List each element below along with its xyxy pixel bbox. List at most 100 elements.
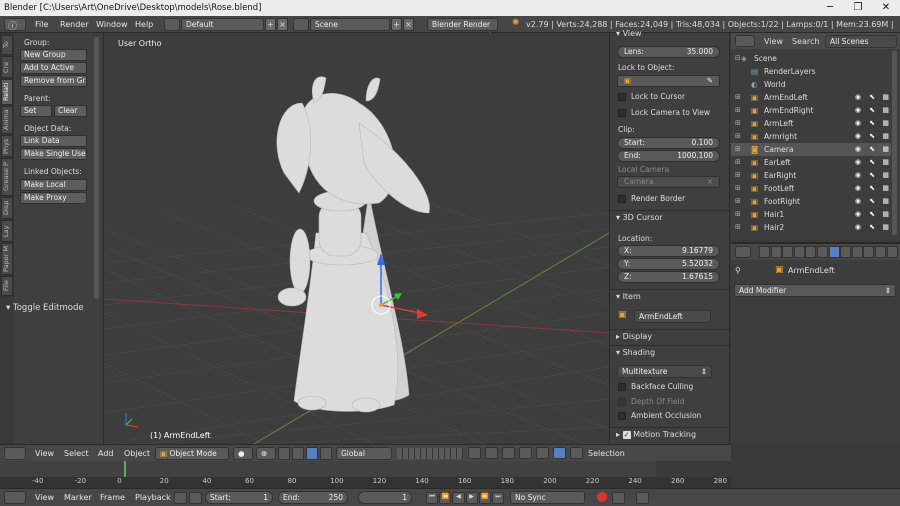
- visibility-eye-icon[interactable]: ◉: [855, 221, 861, 234]
- visibility-eye-icon[interactable]: ◉: [855, 104, 861, 117]
- render-camera-icon[interactable]: ▦: [882, 169, 889, 182]
- selectable-arrow-icon[interactable]: ⬉: [869, 195, 875, 208]
- editor-type-button[interactable]: ⓘ: [4, 18, 26, 32]
- toggle-editmode-panel[interactable]: ▾ Toggle Editmode: [6, 303, 84, 313]
- toolshelf-scrollbar[interactable]: [94, 37, 99, 299]
- selectable-arrow-icon[interactable]: ⬉: [869, 221, 875, 234]
- shading-mode-dropdown[interactable]: Multitexture ⇕: [617, 365, 712, 378]
- outliner-row[interactable]: ▤ RenderLayers: [731, 65, 891, 78]
- outliner-row[interactable]: ⊞ ▣ Armright ◉ ⬉ ▦: [731, 130, 891, 143]
- jump-start-icon[interactable]: ⏮: [426, 492, 439, 504]
- display-panel-header[interactable]: ▸ Display: [610, 329, 729, 343]
- outliner-filter-dropdown[interactable]: All Scenes: [825, 35, 897, 48]
- tab-animation[interactable]: Anima: [1, 106, 13, 134]
- interaction-mode-dropdown[interactable]: ▣ Object Mode: [155, 447, 229, 460]
- lock-camera-to-view-checkbox[interactable]: [618, 109, 626, 117]
- motion-tracking-checkbox[interactable]: ✓: [622, 431, 631, 439]
- eyedropper-icon[interactable]: ✎: [707, 76, 713, 86]
- tab-modifiers-icon[interactable]: [828, 246, 840, 258]
- tab-grease-pencil[interactable]: Grease P: [1, 158, 13, 196]
- clip-end-field[interactable]: End: 1000.100: [617, 150, 720, 162]
- outliner-row[interactable]: ⊟ ◈ Scene: [731, 52, 891, 65]
- outliner-row[interactable]: ⊞ ▣ EarLeft ◉ ⬉ ▦: [731, 156, 891, 169]
- layer-buttons[interactable]: [397, 448, 463, 459]
- parent-clear-button[interactable]: Clear: [54, 105, 87, 117]
- expand-toggle-icon[interactable]: ⊞: [735, 195, 741, 208]
- make-single-user-button[interactable]: Make Single User: [20, 148, 87, 160]
- tab-paper-model[interactable]: Paper M: [1, 243, 13, 275]
- pivot-point-dropdown[interactable]: ⊕: [256, 447, 276, 460]
- selectable-arrow-icon[interactable]: ⬉: [869, 130, 875, 143]
- snap-icon[interactable]: [502, 447, 515, 459]
- play-icon[interactable]: ▶: [465, 492, 478, 504]
- expand-toggle-icon[interactable]: ⊞: [735, 221, 741, 234]
- remove-from-group-button[interactable]: Remove from Gr...: [20, 75, 87, 87]
- render-camera-icon[interactable]: ▦: [882, 143, 889, 156]
- motion-tracking-panel-header[interactable]: ▸ ✓ Motion Tracking: [610, 427, 729, 441]
- menu-help[interactable]: Help: [135, 16, 153, 33]
- clip-start-field[interactable]: Start: 0.100: [617, 137, 720, 149]
- maximize-button[interactable]: ❐: [844, 0, 872, 16]
- screen-layout-field[interactable]: Default: [181, 18, 264, 31]
- render-camera-icon[interactable]: ▦: [882, 156, 889, 169]
- visibility-eye-icon[interactable]: ◉: [855, 143, 861, 156]
- view-panel-header[interactable]: ▾ View: [610, 27, 729, 41]
- sync-mode-dropdown[interactable]: No Sync: [510, 491, 585, 504]
- animation-render-icon[interactable]: [553, 447, 566, 459]
- timeline-playback-menu[interactable]: Playback: [135, 489, 171, 506]
- outliner-row[interactable]: ⊞ ▣ FootLeft ◉ ⬉ ▦: [731, 182, 891, 195]
- selectable-arrow-icon[interactable]: ⬉: [869, 208, 875, 221]
- scale-manipulator[interactable]: [320, 447, 332, 460]
- start-frame-field[interactable]: Start: 1: [205, 491, 273, 504]
- transform-orientation-dropdown[interactable]: Global: [336, 447, 392, 460]
- tab-relations[interactable]: Relati: [1, 79, 13, 105]
- tab-display[interactable]: Disp: [1, 197, 13, 219]
- add-modifier-dropdown[interactable]: Add Modifier ⇕: [734, 284, 896, 297]
- viewport-shading-dropdown[interactable]: ●: [233, 447, 253, 460]
- expand-toggle-icon[interactable]: ⊞: [735, 208, 741, 221]
- menu-window[interactable]: Window: [96, 16, 128, 33]
- tab-object-icon[interactable]: [805, 246, 817, 258]
- outliner-row[interactable]: ⊞ ▣ FootRight ◉ ⬉ ▦: [731, 195, 891, 208]
- visibility-eye-icon[interactable]: ◉: [855, 117, 861, 130]
- timeline-marker-menu[interactable]: Marker: [64, 489, 92, 506]
- lock-range-icon[interactable]: [189, 492, 202, 504]
- selectable-arrow-icon[interactable]: ⬉: [869, 91, 875, 104]
- jump-end-icon[interactable]: ⏭: [491, 492, 505, 504]
- timeline-track[interactable]: [0, 461, 656, 477]
- selectable-arrow-icon[interactable]: ⬉: [869, 104, 875, 117]
- item-panel-header[interactable]: ▾ Item: [610, 289, 729, 303]
- selectable-arrow-icon[interactable]: ⬉: [869, 182, 875, 195]
- render-camera-icon[interactable]: ▦: [882, 104, 889, 117]
- 3d-cursor-panel-header[interactable]: ▾ 3D Cursor: [610, 210, 729, 224]
- tab-data-icon[interactable]: [840, 246, 852, 258]
- visibility-eye-icon[interactable]: ◉: [855, 91, 861, 104]
- lock-object-field[interactable]: ▣ ✎: [617, 75, 720, 87]
- expand-toggle-icon[interactable]: ⊞: [735, 130, 741, 143]
- selectable-arrow-icon[interactable]: ⬉: [869, 169, 875, 182]
- rotate-manipulator[interactable]: [306, 447, 318, 460]
- selection-menu[interactable]: Selection: [588, 445, 625, 462]
- parent-set-button[interactable]: Set: [20, 105, 52, 117]
- outliner-row[interactable]: ⊞ ▣ ArmEndLeft ◉ ⬉ ▦: [731, 91, 891, 104]
- layers-lock-icon[interactable]: [468, 447, 481, 459]
- tab-create[interactable]: Cre: [1, 56, 13, 78]
- timeline-frame-menu[interactable]: Frame: [100, 489, 125, 506]
- tab-scene-icon[interactable]: [782, 246, 794, 258]
- selectable-arrow-icon[interactable]: ⬉: [869, 156, 875, 169]
- outliner-view-menu[interactable]: View: [764, 37, 783, 46]
- properties-editor-type-icon[interactable]: [735, 246, 751, 258]
- render-engine-dropdown[interactable]: Blender Render⇕: [427, 18, 498, 40]
- viewport-editor-type-icon[interactable]: [4, 447, 26, 460]
- outliner-row[interactable]: ⊞ ◙ Camera ◉ ⬉ ▦: [731, 143, 891, 156]
- visibility-eye-icon[interactable]: ◉: [855, 130, 861, 143]
- scene-add-button[interactable]: +: [391, 18, 402, 31]
- outliner-row[interactable]: ⊞ ▣ ArmEndRight ◉ ⬉ ▦: [731, 104, 891, 117]
- snap-element-icon[interactable]: [519, 447, 532, 459]
- add-to-active-button[interactable]: Add to Active: [20, 62, 87, 74]
- expand-toggle-icon[interactable]: ⊞: [735, 169, 741, 182]
- scene-field[interactable]: Scene: [310, 18, 390, 31]
- visibility-eye-icon[interactable]: ◉: [855, 208, 861, 221]
- menu-render[interactable]: Render: [60, 16, 88, 33]
- tab-material-icon[interactable]: [851, 246, 863, 258]
